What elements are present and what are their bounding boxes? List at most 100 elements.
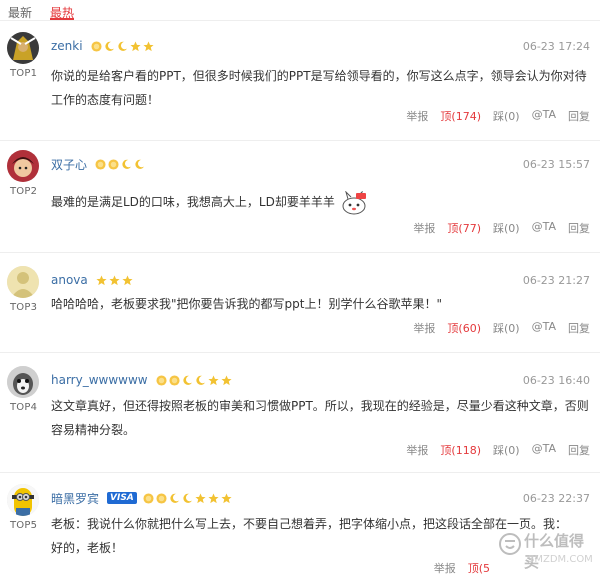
user-row: 双子心 <box>51 156 147 172</box>
moon-level-icon <box>104 41 115 52</box>
avatar[interactable] <box>7 150 39 182</box>
star-level-icon <box>109 274 120 286</box>
rank-label: TOP4 <box>10 402 38 413</box>
upvote-button[interactable]: 顶(77) <box>447 220 481 236</box>
moon-level-icon <box>182 493 193 504</box>
comment-actions: 举报 顶(77) 踩(0) @TA 回复 <box>401 220 590 236</box>
comment-time: 06-23 22:37 <box>522 492 590 505</box>
user-row: zenki <box>51 38 156 54</box>
upvote-button[interactable]: 顶(60) <box>447 320 481 336</box>
mention-button[interactable]: @TA <box>532 108 556 124</box>
username[interactable]: harry_wwwwww <box>51 373 148 387</box>
level-icons <box>156 371 234 390</box>
mention-button[interactable]: @TA <box>532 442 556 458</box>
downvote-button[interactable]: 踩(0) <box>493 320 520 336</box>
upvote-button[interactable]: 顶(5 <box>468 560 490 576</box>
username[interactable]: zenki <box>51 39 83 53</box>
rank-label: TOP5 <box>10 520 38 531</box>
moon-level-icon <box>169 493 180 504</box>
visa-badge-icon: VISA <box>107 492 137 504</box>
moon-level-icon <box>195 375 206 386</box>
sun-level-icon <box>156 492 167 504</box>
level-icons <box>96 271 135 290</box>
site-watermark: 什么值得买 SMZDM.COM <box>498 528 594 576</box>
sun-level-icon <box>95 158 106 170</box>
moon-level-icon <box>121 159 132 170</box>
watermark-logo-icon <box>499 533 521 555</box>
report-button[interactable]: 举报 <box>413 320 435 336</box>
comment-text: 最难的是满足LD的口味，我想高大上，LD却要羊羊羊 <box>51 195 335 209</box>
reply-button[interactable]: 回复 <box>568 442 590 458</box>
comment-time: 06-23 15:57 <box>522 158 590 171</box>
comment-item: TOP3 anova 06-23 21:27 哈哈哈哈，老板要求我"把你要告诉我… <box>0 266 600 346</box>
upvote-button[interactable]: 顶(174) <box>440 108 481 124</box>
comment-time: 06-23 21:27 <box>522 274 590 287</box>
rank-label: TOP1 <box>10 68 38 79</box>
star-level-icon <box>221 374 232 386</box>
star-level-icon <box>195 492 206 504</box>
comment-actions: 举报 顶(5 <box>422 560 490 576</box>
comment-actions: 举报 顶(174) 踩(0) @TA 回复 <box>394 108 590 124</box>
upvote-button[interactable]: 顶(118) <box>440 442 481 458</box>
comment-actions: 举报 顶(60) 踩(0) @TA 回复 <box>401 320 590 336</box>
sun-level-icon <box>91 40 102 52</box>
username[interactable]: 双子心 <box>51 156 87 173</box>
comment-text: 老板：我说什么你就把什么写上去，不要自己想着弄，把字体缩小点，把这段话全部在一页… <box>51 517 568 555</box>
divider <box>0 352 600 353</box>
sun-level-icon <box>169 374 180 386</box>
bunny-sticker-icon <box>341 189 367 215</box>
star-level-icon <box>208 492 219 504</box>
sun-level-icon <box>156 374 167 386</box>
comment-text: 哈哈哈哈，老板要求我"把你要告诉我的都写ppt上！别学什么谷歌苹果！" <box>51 297 442 311</box>
divider <box>0 472 600 473</box>
comment-actions: 举报 顶(118) 踩(0) @TA 回复 <box>394 442 590 458</box>
level-icons <box>143 489 234 508</box>
watermark-title: 什么值得买 <box>524 532 585 571</box>
level-icons <box>95 155 147 174</box>
comment-text: 这文章真好，但还得按照老板的审美和习惯做PPT。所以，我现在的经验是，尽量少看这… <box>51 399 589 437</box>
report-button[interactable]: 举报 <box>406 442 428 458</box>
comment-item: TOP1 zenki 06-23 17:24 你说的是给客户看的PPT，但很多时… <box>0 32 600 132</box>
avatar[interactable] <box>7 266 39 298</box>
report-button[interactable]: 举报 <box>406 108 428 124</box>
comment-body: 最难的是满足LD的口味，我想高大上，LD却要羊羊羊 <box>51 189 591 215</box>
watermark-sub: SMZDM.COM <box>528 554 593 565</box>
reply-button[interactable]: 回复 <box>568 320 590 336</box>
downvote-button[interactable]: 踩(0) <box>493 220 520 236</box>
avatar[interactable] <box>7 366 39 398</box>
tab-latest[interactable]: 最新 <box>8 4 32 21</box>
downvote-button[interactable]: 踩(0) <box>493 442 520 458</box>
mention-button[interactable]: @TA <box>532 220 556 236</box>
user-row: anova <box>51 272 135 288</box>
avatar[interactable] <box>7 484 39 516</box>
moon-level-icon <box>182 375 193 386</box>
report-button[interactable]: 举报 <box>413 220 435 236</box>
mention-button[interactable]: @TA <box>532 320 556 336</box>
divider <box>0 252 600 253</box>
star-level-icon <box>96 274 107 286</box>
level-icons <box>91 37 156 56</box>
rank-label: TOP2 <box>10 186 38 197</box>
username[interactable]: 暗黑罗宾 <box>51 490 99 507</box>
username[interactable]: anova <box>51 273 88 287</box>
sun-level-icon <box>143 492 154 504</box>
rank-label: TOP3 <box>10 302 38 313</box>
moon-level-icon <box>134 159 145 170</box>
star-level-icon <box>130 40 141 52</box>
reply-button[interactable]: 回复 <box>568 108 590 124</box>
comment-time: 06-23 16:40 <box>522 374 590 387</box>
divider <box>0 140 600 141</box>
sun-level-icon <box>108 158 119 170</box>
star-level-icon <box>208 374 219 386</box>
avatar[interactable] <box>7 32 39 64</box>
comment-text: 你说的是给客户看的PPT，但很多时候我们的PPT是写给领导看的，你写这么点字，领… <box>51 69 587 107</box>
star-level-icon <box>122 274 133 286</box>
downvote-button[interactable]: 踩(0) <box>493 108 520 124</box>
star-level-icon <box>221 492 232 504</box>
reply-button[interactable]: 回复 <box>568 220 590 236</box>
user-row: 暗黑罗宾 VISA <box>51 490 234 506</box>
comment-item: TOP2 双子心 06-23 15:57 最难的是满足LD的口味，我想高大上，L… <box>0 150 600 240</box>
user-row: harry_wwwwww <box>51 372 234 388</box>
report-button[interactable]: 举报 <box>434 560 456 576</box>
comment-time: 06-23 17:24 <box>522 40 590 53</box>
